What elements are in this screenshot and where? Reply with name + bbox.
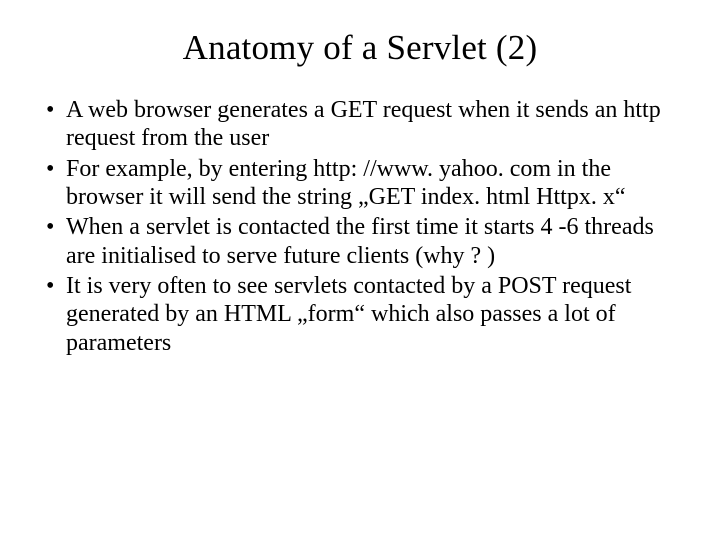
slide-title: Anatomy of a Servlet (2) [36,28,684,68]
list-item: For example, by entering http: //www. ya… [36,155,684,212]
slide: Anatomy of a Servlet (2) A web browser g… [0,0,720,540]
bullet-list: A web browser generates a GET request wh… [36,96,684,357]
list-item: It is very often to see servlets contact… [36,272,684,357]
list-item: When a servlet is contacted the first ti… [36,213,684,270]
list-item: A web browser generates a GET request wh… [36,96,684,153]
